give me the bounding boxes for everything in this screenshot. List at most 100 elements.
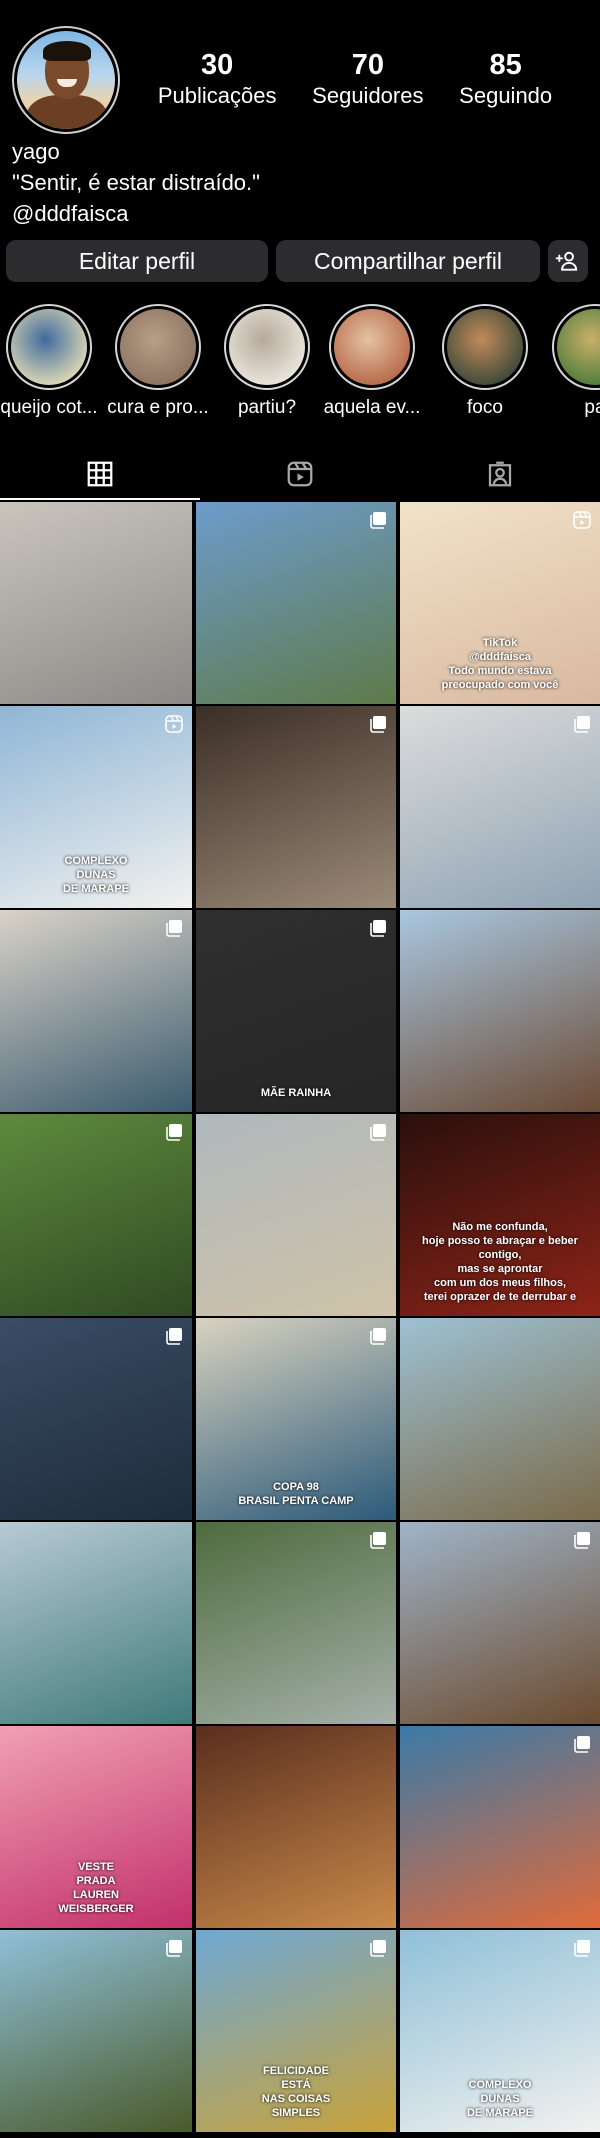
highlight-label: partiu? — [237, 397, 297, 418]
post-thumbnail[interactable] — [400, 1318, 600, 1520]
highlight-item[interactable]: aquela ev... — [317, 304, 427, 420]
profile-stats: 30 Publicações 70 Seguidores 85 Seguindo — [140, 48, 570, 110]
post-thumbnail[interactable] — [0, 1114, 192, 1316]
post-thumbnail[interactable] — [196, 502, 396, 704]
avatar[interactable] — [12, 26, 120, 134]
carousel-icon — [370, 920, 386, 937]
bio-quote: "Sentir, é estar distraído." — [12, 170, 260, 195]
highlight-item[interactable]: cura e pro... — [103, 304, 213, 420]
profile-username: yago — [12, 139, 60, 164]
post-thumbnail[interactable]: Não me confunda, hoje posso te abraçar e … — [400, 1114, 600, 1316]
carousel-icon — [574, 1736, 590, 1753]
post-thumbnail[interactable] — [0, 910, 192, 1112]
discover-people-button[interactable] — [548, 240, 588, 282]
tab-posts[interactable] — [0, 448, 200, 500]
post-thumbnail[interactable] — [196, 1726, 396, 1928]
post-text-line: DE MARAPE — [466, 2107, 533, 2119]
post-text-line: DE MARAPE — [62, 883, 129, 895]
highlight-label: queijo cot... — [0, 397, 98, 418]
reel-icon — [573, 511, 591, 529]
stat-value: 30 — [201, 49, 234, 81]
highlight-label: foco — [467, 397, 503, 418]
highlight-cover — [442, 304, 528, 390]
post-thumbnail[interactable] — [196, 706, 396, 908]
profile-tabs — [0, 448, 600, 500]
post-thumbnail[interactable] — [196, 1114, 396, 1316]
stat-label: Seguidores — [312, 83, 424, 108]
post-thumbnail[interactable] — [196, 1522, 396, 1724]
post-thumbnail[interactable]: TikTok @dddfaisca Todo mundo estava preocup… — [400, 502, 600, 704]
post-text-line: SIMPLES — [271, 2107, 321, 2119]
post-thumbnail[interactable]: VESTE PRADA LAUREN WEISBERGER — [0, 1726, 192, 1928]
carousel-icon — [370, 512, 386, 529]
highlight-item[interactable]: foco — [430, 304, 540, 420]
post-text-line: VESTE — [77, 1861, 115, 1873]
post-text-line: COMPLEXO — [64, 855, 128, 867]
stat-followers[interactable]: 70 Seguidores — [312, 48, 423, 110]
post-text-line: PRADA — [76, 1875, 116, 1887]
stat-value: 70 — [351, 49, 384, 81]
post-thumbnail[interactable] — [400, 706, 600, 908]
post-thumbnail[interactable] — [400, 910, 600, 1112]
share-profile-button[interactable]: Compartilhar perfil — [276, 240, 540, 282]
carousel-icon — [370, 1124, 386, 1141]
post-thumbnail[interactable] — [0, 502, 192, 704]
post-text-line: COPA 98 — [273, 1481, 319, 1493]
carousel-icon — [166, 1940, 182, 1957]
post-overlay-text: COPA 98 BRASIL PENTA CAMP — [206, 1480, 386, 1508]
carousel-icon — [370, 1532, 386, 1549]
carousel-icon — [574, 716, 590, 733]
reels-icon — [287, 461, 313, 487]
highlight-label: cura e pro... — [107, 397, 209, 418]
tab-tagged[interactable] — [400, 448, 600, 500]
tab-reels[interactable] — [200, 448, 400, 500]
post-text-line: @dddfaisca — [468, 651, 532, 663]
post-text-line: DUNAS — [480, 2093, 520, 2105]
edit-profile-button[interactable]: Editar perfil — [6, 240, 268, 282]
highlight-item[interactable]: queijo cot... — [0, 304, 104, 420]
profile-bio: yago "Sentir, é estar distraído." @dddfa… — [12, 136, 260, 229]
carousel-icon — [166, 920, 182, 937]
highlight-cover — [6, 304, 92, 390]
profile-actions: Editar perfil Compartilhar perfil — [6, 240, 594, 282]
carousel-icon — [166, 1328, 182, 1345]
highlight-image — [120, 309, 196, 385]
post-thumbnail[interactable] — [0, 1930, 192, 2132]
highlight-cover — [115, 304, 201, 390]
post-thumbnail[interactable] — [400, 1522, 600, 1724]
stat-following[interactable]: 85 Seguindo — [459, 48, 552, 110]
post-thumbnail[interactable]: FELICIDADE ESTÁ NAS COISAS SIMPLES — [196, 1930, 396, 2132]
highlight-item[interactable]: partiu? — [212, 304, 322, 420]
post-text-line: com um dos meus filhos, — [433, 1277, 567, 1289]
post-thumbnail[interactable]: COPA 98 BRASIL PENTA CAMP — [196, 1318, 396, 1520]
carousel-icon — [574, 1532, 590, 1549]
post-text-line: WEISBERGER — [58, 1903, 134, 1915]
highlight-image — [557, 309, 600, 385]
post-thumbnail[interactable] — [0, 1522, 192, 1724]
post-text-line: BRASIL PENTA CAMP — [238, 1495, 354, 1507]
highlight-cover — [224, 304, 310, 390]
post-text-line: LAUREN — [73, 1889, 119, 1901]
post-thumbnail[interactable]: MÃE RAINHA — [196, 910, 396, 1112]
stat-value: 85 — [489, 49, 522, 81]
post-overlay-text: COMPLEXO DUNAS DE MARAPE — [410, 2078, 590, 2120]
bio-handle-link[interactable]: @dddfaisca — [12, 198, 260, 229]
carousel-icon — [370, 716, 386, 733]
stat-posts[interactable]: 30 Publicações — [158, 48, 277, 110]
highlight-image — [11, 309, 87, 385]
post-text-line: NAS COISAS — [261, 2093, 331, 2105]
highlight-item[interactable]: pa — [540, 304, 600, 420]
add-person-icon — [555, 251, 578, 271]
post-thumbnail[interactable] — [0, 1318, 192, 1520]
carousel-icon — [370, 1940, 386, 1957]
post-thumbnail[interactable] — [400, 1726, 600, 1928]
highlight-label: aquela ev... — [323, 397, 421, 418]
stat-label: Publicações — [157, 83, 277, 108]
post-text-line: preocupado com você — [441, 679, 559, 691]
post-text-line: FELICIDADE — [263, 2065, 329, 2077]
post-overlay-text: TikTok @dddfaisca Todo mundo estava preocup… — [410, 636, 590, 692]
post-thumbnail[interactable]: COMPLEXO DUNAS DE MARAPE — [0, 706, 192, 908]
carousel-icon — [574, 1940, 590, 1957]
post-overlay-text: COMPLEXO DUNAS DE MARAPE — [10, 854, 182, 896]
post-thumbnail[interactable]: COMPLEXO DUNAS DE MARAPE — [400, 1930, 600, 2132]
